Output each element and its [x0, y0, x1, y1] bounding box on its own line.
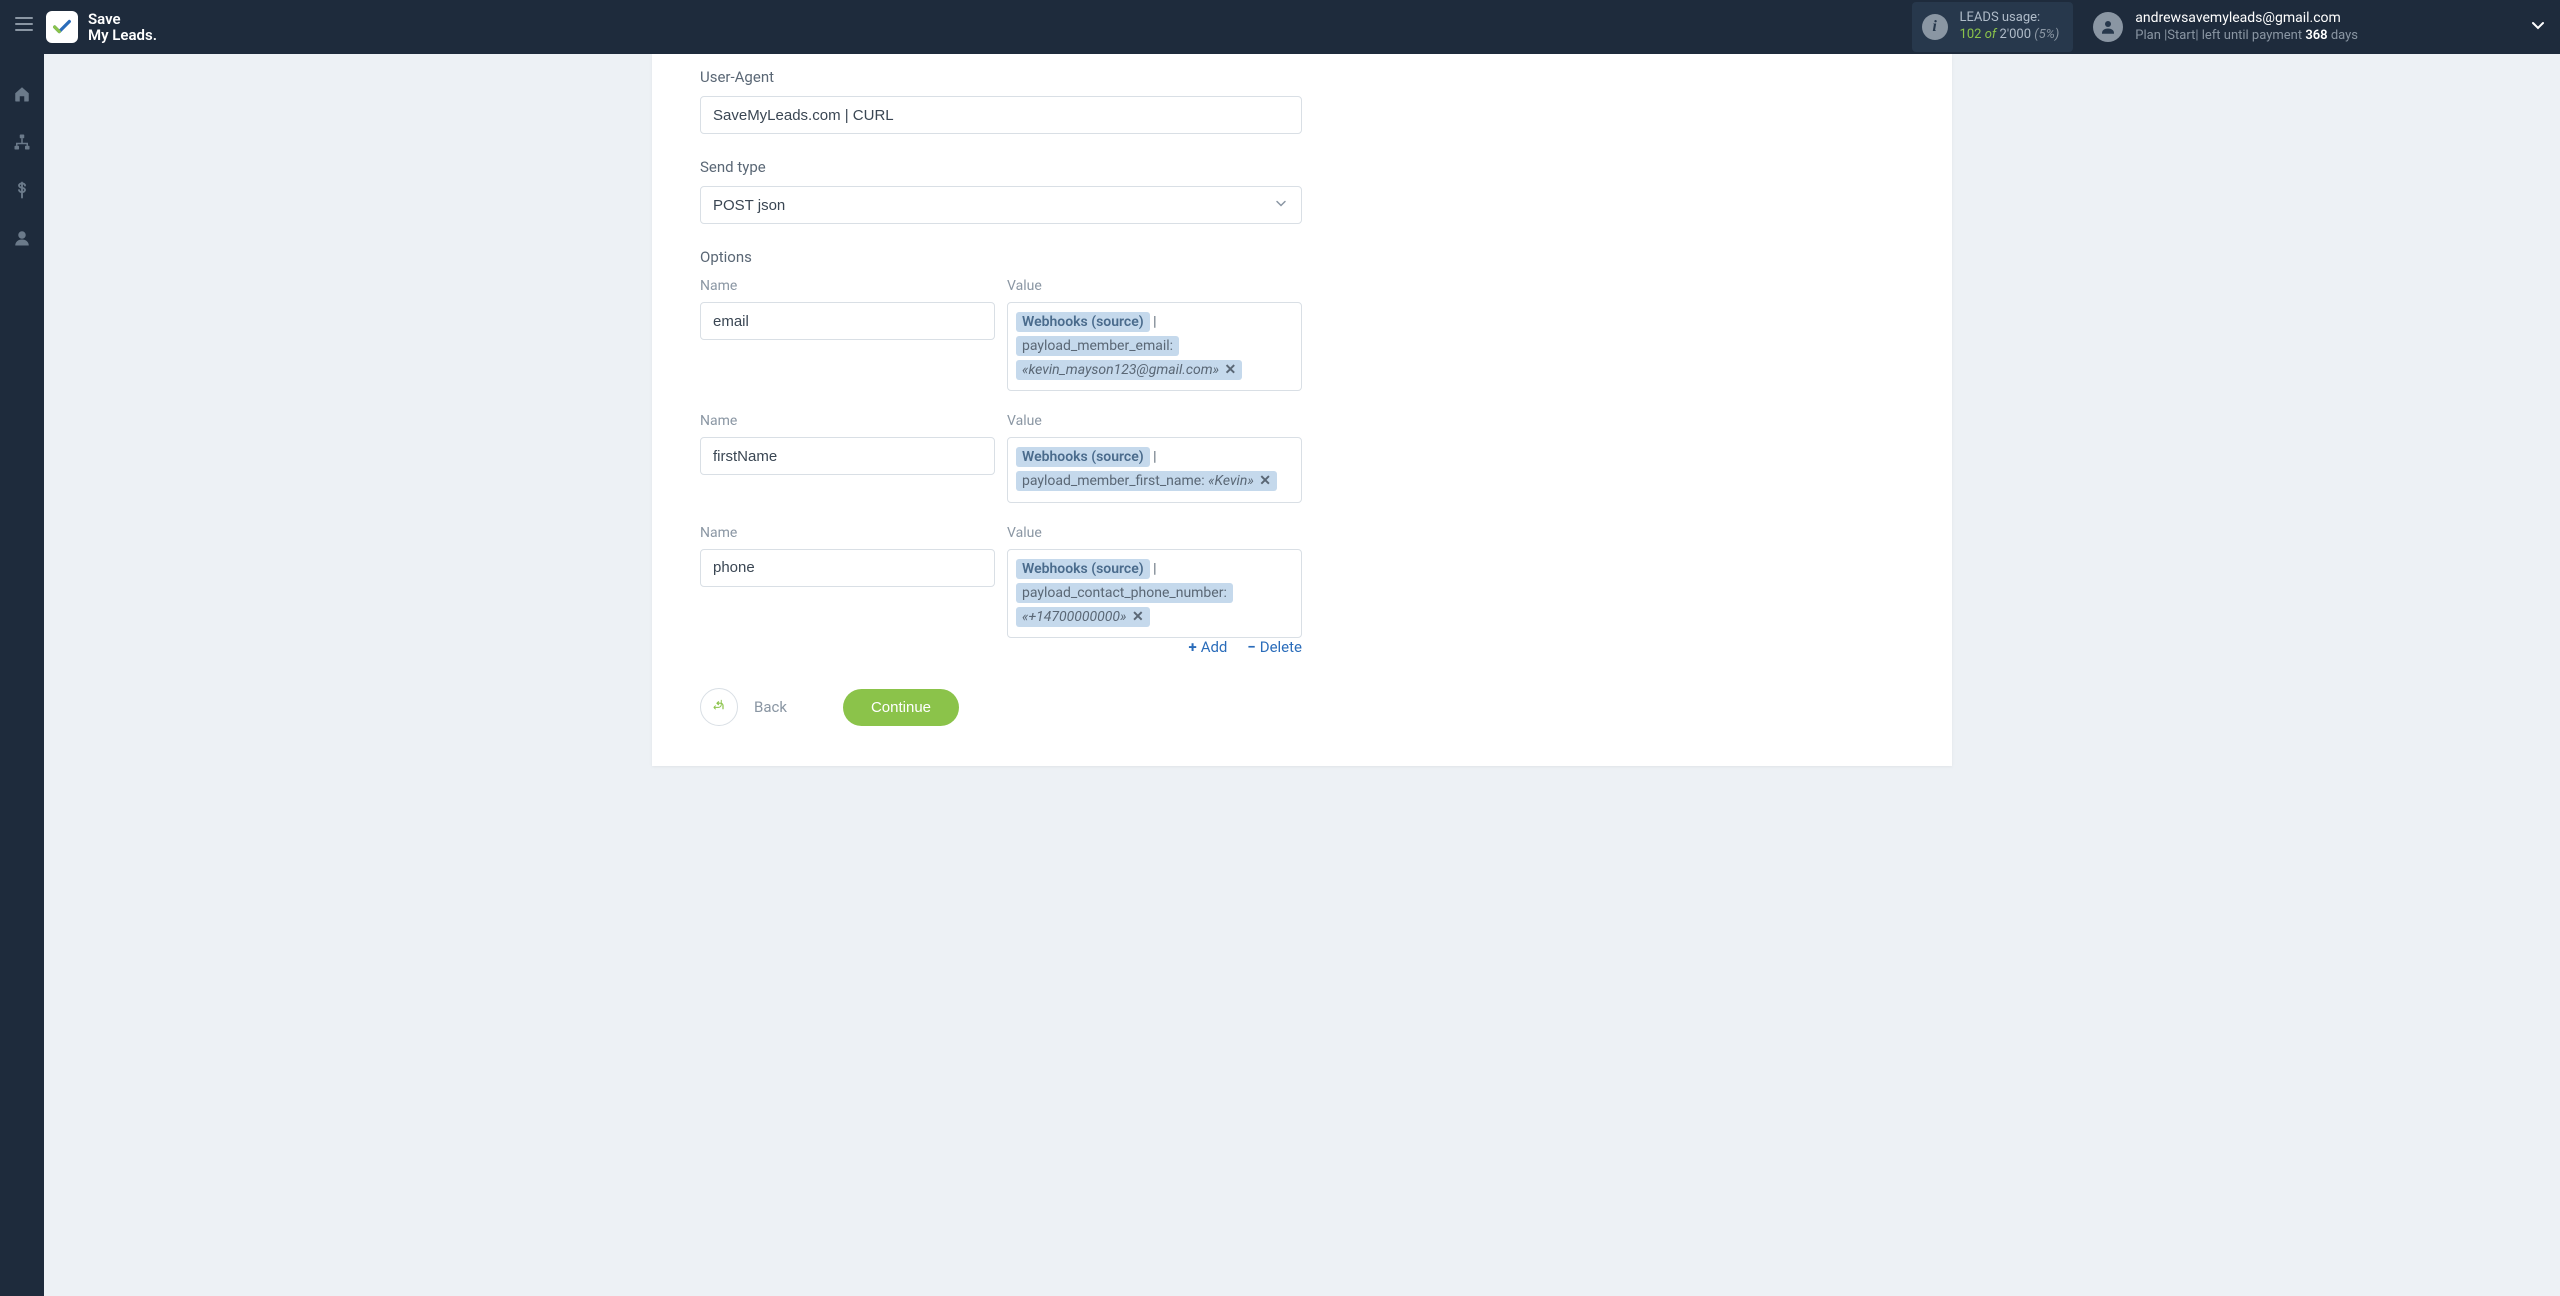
home-icon[interactable] [12, 84, 32, 104]
option-name-col: Name [700, 525, 995, 638]
tag-remove-icon[interactable]: ✕ [1132, 609, 1144, 625]
avatar-icon [2093, 12, 2123, 42]
plus-icon: + [1189, 638, 1197, 656]
send-type-select-wrap [700, 186, 1302, 224]
option-value-col: Value Webhooks (source) | payload_member… [1007, 413, 1302, 503]
option-value-box[interactable]: Webhooks (source) | payload_member_email… [1007, 302, 1302, 391]
tag-remove-icon[interactable]: ✕ [1259, 473, 1271, 489]
value-tag-source: Webhooks (source) [1016, 447, 1150, 467]
tag-remove-icon[interactable]: ✕ [1225, 362, 1237, 378]
send-type-select[interactable] [700, 186, 1302, 224]
user-agent-input[interactable] [700, 96, 1302, 134]
name-col-label: Name [700, 413, 995, 429]
minus-icon: − [1247, 638, 1255, 656]
user-agent-label: User-Agent [700, 68, 1302, 86]
dollar-icon[interactable] [12, 180, 32, 200]
name-col-label: Name [700, 278, 995, 294]
value-tag-value: «kevin_mayson123@gmail.com» ✕ [1016, 360, 1242, 380]
leads-usage-box[interactable]: i LEADS usage: 102 of 2'000 (5%) [1912, 2, 2074, 52]
value-col-label: Value [1007, 278, 1302, 294]
option-name-input[interactable] [700, 437, 995, 475]
value-tag-source: Webhooks (source) [1016, 559, 1150, 579]
user-icon[interactable] [12, 228, 32, 248]
user-text: andrewsavemyleads@gmail.com Plan |Start|… [2135, 9, 2358, 44]
name-col-label: Name [700, 525, 995, 541]
value-col-label: Value [1007, 413, 1302, 429]
back-button[interactable] [700, 688, 738, 726]
main: User-Agent Send type Options Name Value [44, 54, 2560, 766]
option-name-input[interactable] [700, 549, 995, 587]
back-label: Back [754, 698, 787, 716]
option-value-col: Value Webhooks (source) | payload_contac… [1007, 525, 1302, 638]
leads-usage-text: LEADS usage: 102 of 2'000 (5%) [1960, 10, 2060, 44]
form-panel: User-Agent Send type Options Name Value [652, 54, 1952, 766]
value-tag-value: «+14700000000» ✕ [1016, 607, 1150, 627]
value-tag-source: Webhooks (source) [1016, 312, 1150, 332]
delete-option-button[interactable]: − Delete [1247, 638, 1302, 656]
add-option-button[interactable]: + Add [1189, 638, 1228, 656]
options-label: Options [700, 248, 1302, 266]
logo[interactable]: Save My Leads. [46, 11, 157, 44]
info-icon: i [1922, 14, 1948, 40]
option-value-col: Value Webhooks (source) | payload_member… [1007, 278, 1302, 391]
option-value-box[interactable]: Webhooks (source) | payload_member_first… [1007, 437, 1302, 503]
sitemap-icon[interactable] [12, 132, 32, 152]
logo-text: Save My Leads. [88, 11, 157, 44]
value-tag-path: payload_member_email: [1016, 336, 1179, 356]
option-row: Name Value Webhooks (source) | payload_m… [700, 413, 1302, 503]
option-value-box[interactable]: Webhooks (source) | payload_contact_phon… [1007, 549, 1302, 638]
chevron-down-icon[interactable] [2530, 17, 2546, 37]
option-row: Name Value Webhooks (source) | payload_c… [700, 525, 1302, 638]
form-area: User-Agent Send type Options Name Value [652, 54, 1302, 726]
option-name-input[interactable] [700, 302, 995, 340]
footer-buttons: Back Continue [700, 688, 1302, 726]
hamburger-icon[interactable] [14, 14, 34, 40]
value-col-label: Value [1007, 525, 1302, 541]
header: Save My Leads. i LEADS usage: 102 of 2'0… [0, 0, 2560, 54]
logo-check-icon [46, 11, 78, 43]
user-block[interactable]: andrewsavemyleads@gmail.com Plan |Start|… [2093, 9, 2546, 44]
option-row: Name Value Webhooks (source) | payload_m… [700, 278, 1302, 391]
option-name-col: Name [700, 278, 995, 391]
option-actions: + Add − Delete [700, 638, 1302, 656]
header-right: i LEADS usage: 102 of 2'000 (5%) andrews… [1912, 2, 2546, 52]
continue-button[interactable]: Continue [843, 689, 959, 726]
send-type-label: Send type [700, 158, 1302, 176]
option-name-col: Name [700, 413, 995, 503]
value-tag-path: payload_contact_phone_number: [1016, 583, 1233, 603]
value-tag-path: payload_member_first_name: «Kevin» ✕ [1016, 471, 1277, 491]
sidebar [0, 54, 44, 1296]
